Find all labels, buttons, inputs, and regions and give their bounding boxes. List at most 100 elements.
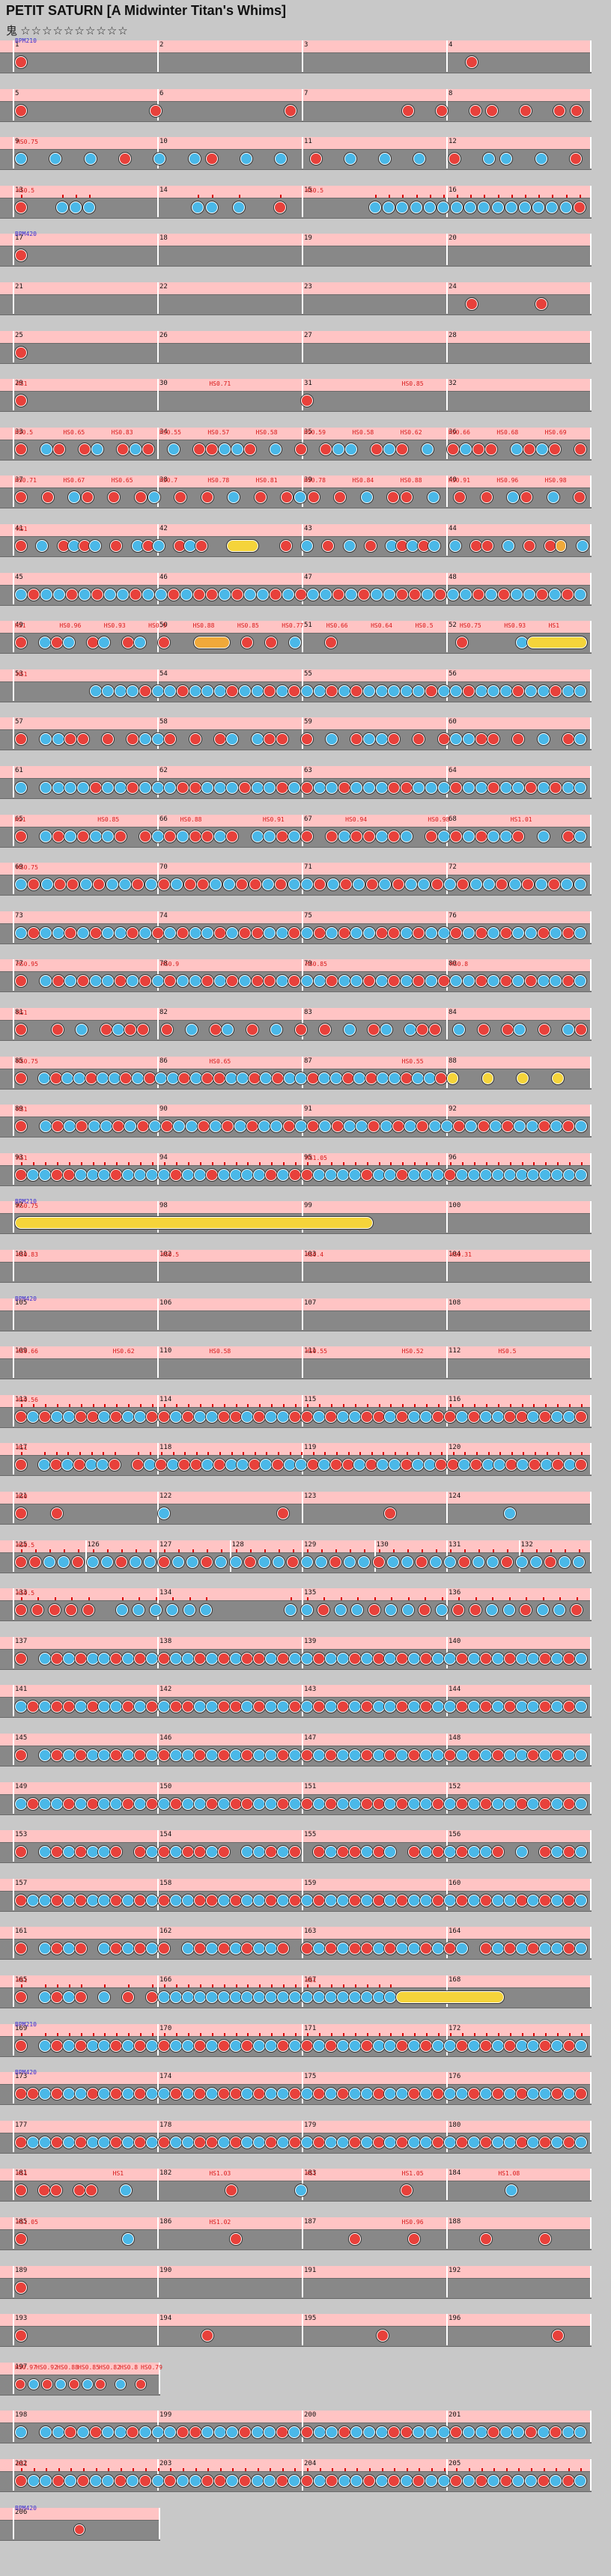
don-note bbox=[139, 2475, 152, 2487]
note-tick bbox=[68, 2032, 70, 2036]
ka-note bbox=[86, 1652, 99, 1665]
ka-note bbox=[372, 2039, 385, 2052]
don-note bbox=[455, 2039, 468, 2052]
ka-note bbox=[122, 2136, 135, 2148]
ka-note bbox=[97, 1072, 109, 1084]
ka-note bbox=[422, 443, 434, 455]
note-tick bbox=[257, 2468, 259, 2471]
don-note bbox=[205, 2136, 218, 2148]
ka-note bbox=[131, 1072, 144, 1084]
ka-note bbox=[491, 1410, 504, 1423]
measure-number: 142 bbox=[159, 1686, 172, 1694]
note-tick bbox=[545, 1403, 547, 1407]
note-tick bbox=[481, 2468, 483, 2471]
don-note bbox=[277, 1797, 290, 1810]
ka-note bbox=[499, 830, 512, 842]
ka-note bbox=[148, 1120, 161, 1133]
ka-note bbox=[277, 1894, 290, 1907]
ka-note bbox=[425, 2475, 438, 2487]
ka-note bbox=[114, 782, 127, 794]
ka-note bbox=[251, 733, 264, 746]
ka-note bbox=[503, 1749, 516, 1761]
ka-note bbox=[146, 1168, 159, 1181]
chart-row: 133 134 135 136 HS0.5 bbox=[0, 1582, 592, 1630]
note-tick bbox=[414, 2032, 416, 2036]
barline bbox=[446, 2265, 448, 2297]
note-tick bbox=[235, 2032, 237, 2036]
scroll-speed-label: HS0.96 bbox=[59, 622, 82, 630]
don-note bbox=[487, 782, 500, 794]
chart-row: 141 142 143 144 bbox=[0, 1679, 592, 1727]
don-note bbox=[158, 1410, 170, 1423]
ka-note bbox=[238, 684, 251, 697]
ka-note bbox=[467, 2136, 480, 2148]
barline bbox=[13, 1878, 14, 1910]
note-tick bbox=[223, 2032, 225, 2036]
ka-note bbox=[185, 1120, 198, 1133]
note-tick bbox=[116, 1161, 118, 1165]
note-tick bbox=[152, 1403, 154, 1407]
ka-note bbox=[215, 1555, 228, 1568]
don-note bbox=[563, 1797, 576, 1810]
ka-note bbox=[348, 1797, 361, 1810]
don-note bbox=[550, 684, 562, 697]
note-tick bbox=[581, 1403, 583, 1407]
measure-number: 72 bbox=[449, 863, 457, 872]
ka-note bbox=[134, 1168, 147, 1181]
don-note bbox=[432, 1410, 445, 1423]
note-tick bbox=[199, 1984, 201, 1987]
note-tick bbox=[223, 1403, 225, 1407]
ka-note bbox=[479, 1410, 492, 1423]
barline-end bbox=[590, 1201, 592, 1233]
note-tick bbox=[330, 1984, 332, 1987]
scroll-speed-label: HS1 bbox=[16, 1009, 28, 1016]
measure-number: 168 bbox=[449, 1976, 461, 1984]
measure-number: 190 bbox=[159, 2266, 172, 2274]
don-note bbox=[477, 1024, 490, 1036]
don-note bbox=[475, 733, 487, 746]
barline-end bbox=[590, 1830, 592, 1862]
ka-note bbox=[86, 1555, 99, 1568]
ka-note bbox=[467, 1894, 480, 1907]
ka-note bbox=[89, 540, 102, 552]
note-tick bbox=[556, 2468, 558, 2471]
note-tick bbox=[383, 1452, 385, 1456]
barline bbox=[13, 1636, 14, 1668]
ka-note bbox=[338, 2475, 350, 2487]
don-note bbox=[396, 1797, 409, 1810]
don-note bbox=[289, 2136, 302, 2148]
measure-number: 84 bbox=[449, 1009, 457, 1016]
ka-note bbox=[467, 1797, 480, 1810]
ka-note bbox=[26, 1410, 39, 1423]
ka-note bbox=[511, 443, 523, 455]
balloon-note bbox=[555, 540, 566, 552]
ka-note bbox=[515, 1846, 528, 1859]
ka-note bbox=[38, 2136, 51, 2148]
note-tick bbox=[438, 2032, 440, 2036]
don-note bbox=[491, 1846, 504, 1859]
don-note bbox=[472, 443, 485, 455]
don-note bbox=[437, 733, 450, 746]
measure-number: 188 bbox=[449, 2218, 461, 2226]
ka-note bbox=[78, 588, 91, 601]
note-tick bbox=[235, 1984, 237, 1987]
measure-number: 164 bbox=[449, 1928, 461, 1936]
ka-note bbox=[112, 1024, 125, 1036]
barline bbox=[13, 2362, 14, 2394]
ka-note bbox=[575, 1797, 588, 1810]
ka-note bbox=[151, 2475, 164, 2487]
ka-note bbox=[234, 1120, 246, 1133]
note-tick bbox=[140, 1403, 142, 1407]
measure-number: 32 bbox=[449, 380, 457, 388]
ka-note bbox=[122, 2039, 135, 2052]
note-tick bbox=[49, 1549, 52, 1552]
don-note bbox=[158, 1749, 170, 1761]
note-tick bbox=[207, 2468, 210, 2471]
don-note bbox=[289, 1168, 302, 1181]
barline bbox=[302, 1346, 303, 1379]
scroll-speed-label: HS0.77 bbox=[282, 622, 304, 630]
ka-note bbox=[89, 975, 102, 988]
ka-note bbox=[276, 926, 288, 939]
barline-end bbox=[590, 282, 592, 314]
note-tick bbox=[56, 1984, 58, 1987]
